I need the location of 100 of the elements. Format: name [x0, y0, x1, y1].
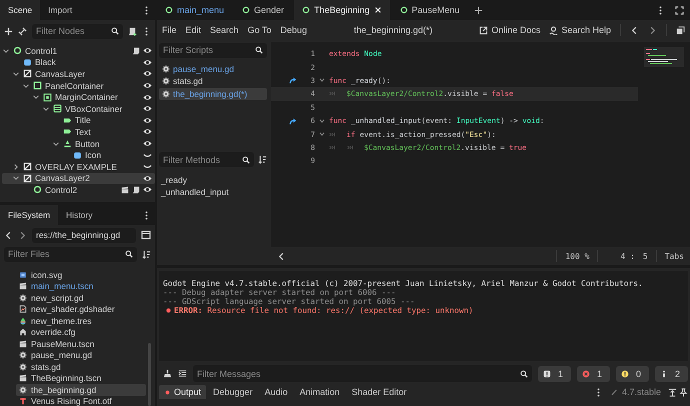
filter-field[interactable]: Filter Scripts: [159, 42, 267, 58]
eye-icon[interactable]: [143, 58, 152, 67]
resource-entry[interactable]: Venus Rising Font.otf: [16, 396, 146, 406]
add-script-icon[interactable]: [128, 26, 137, 36]
menu-item[interactable]: File: [162, 25, 177, 35]
message-count-toggle[interactable]: 1: [538, 366, 571, 382]
curved-arrow-icon[interactable]: [289, 116, 297, 125]
method-item[interactable]: _unhandled_input: [161, 186, 265, 196]
resource-entry[interactable]: new_shader.gdshader: [16, 304, 146, 315]
tree-row[interactable]: Control2: [2, 184, 155, 196]
eye-icon[interactable]: [143, 127, 152, 136]
dock-tab[interactable]: FileSystem: [0, 205, 58, 225]
pin-icon[interactable]: [679, 388, 688, 396]
tree-row[interactable]: Button: [2, 138, 155, 150]
curved-arrow-icon[interactable]: [289, 76, 297, 84]
filter-field[interactable]: Filter Files: [4, 246, 137, 262]
tree-row[interactable]: Title: [2, 114, 155, 126]
caret-icon[interactable]: [52, 140, 60, 148]
panel-tab[interactable]: Animation: [294, 385, 345, 399]
eye-icon[interactable]: [143, 46, 152, 56]
sort-icon[interactable]: [258, 155, 267, 164]
resource-entry[interactable]: stats.gd: [16, 361, 146, 372]
eye-icon[interactable]: [143, 174, 152, 183]
resource-entry[interactable]: pause_menu.gd: [16, 350, 146, 361]
add-icon[interactable]: [4, 26, 13, 36]
panel-tab[interactable]: Audio: [260, 385, 293, 399]
message-count-toggle[interactable]: 1: [577, 366, 610, 382]
resource-entry[interactable]: TheBeginning.tscn: [16, 372, 146, 384]
script-item[interactable]: pause_menu.gd: [159, 63, 267, 74]
caret-icon[interactable]: [32, 93, 40, 102]
script-item[interactable]: stats.gd: [159, 76, 267, 87]
caret-icon[interactable]: [12, 70, 20, 78]
script-item[interactable]: the_beginning.gd(*): [159, 88, 267, 100]
document-tab[interactable]: Gender: [234, 0, 292, 20]
help-link[interactable]: Search Help: [549, 25, 611, 35]
document-tab[interactable]: TheBeginning: [294, 0, 390, 20]
menu-item[interactable]: Debug: [280, 25, 307, 35]
link-icon[interactable]: [18, 26, 27, 36]
path-field[interactable]: res://the_beginning.gd: [32, 228, 136, 242]
tree-row[interactable]: Control1: [2, 45, 155, 57]
eye-icon[interactable]: [143, 116, 152, 125]
caret-icon[interactable]: [2, 46, 10, 55]
eye-icon[interactable]: [143, 81, 152, 90]
tree-row[interactable]: Text: [2, 126, 155, 138]
tree-row[interactable]: Black: [2, 56, 155, 68]
resource-entry[interactable]: main_menu.tscn: [16, 280, 146, 292]
search-icon[interactable]: [125, 250, 133, 258]
document-tab[interactable]: main_menu: [157, 0, 232, 20]
caret-icon[interactable]: [12, 174, 20, 182]
dock-tab[interactable]: Import: [40, 0, 80, 20]
resource-entry[interactable]: PauseMenu.tscn: [16, 338, 146, 350]
minimap-drawing[interactable]: [644, 47, 684, 67]
tree-row[interactable]: VBoxContainer: [2, 102, 155, 115]
tree-row[interactable]: CanvasLayer2: [2, 172, 155, 184]
message-count-toggle[interactable]: 0: [616, 366, 649, 382]
menu-item[interactable]: Edit: [186, 25, 202, 35]
panel-tab[interactable]: Output: [159, 385, 206, 399]
indentation-mode[interactable]: Tabs: [664, 252, 684, 260]
help-link[interactable]: Online Docs: [479, 25, 540, 35]
eye-icon[interactable]: [143, 69, 152, 78]
resource-entry[interactable]: the_beginning.gd: [16, 384, 146, 396]
zoom-level[interactable]: 100 %: [565, 252, 590, 260]
broom-icon[interactable]: [163, 369, 172, 378]
search-icon[interactable]: [111, 27, 119, 35]
eye-icon[interactable]: [143, 139, 152, 148]
resource-entry[interactable]: icon.svg: [16, 269, 146, 280]
menu-item[interactable]: Go To: [248, 25, 272, 35]
eye-icon[interactable]: [143, 92, 152, 102]
caret-icon[interactable]: [22, 82, 30, 90]
indent-icon[interactable]: [178, 369, 187, 378]
sort-icon[interactable]: [142, 250, 151, 258]
menu-item[interactable]: Search: [210, 25, 239, 35]
document-tab[interactable]: PauseMenu: [392, 0, 468, 20]
script-icon[interactable]: [132, 46, 140, 55]
fullscreen-icon[interactable]: [675, 6, 684, 14]
close-icon[interactable]: [374, 6, 382, 14]
clapperboard-icon[interactable]: [121, 186, 129, 194]
message-count-toggle[interactable]: 2: [655, 366, 688, 382]
dock-tab[interactable]: Scene: [0, 0, 40, 20]
caret-icon[interactable]: [42, 104, 50, 113]
caret-icon[interactable]: [12, 162, 20, 171]
filter-field[interactable]: Filter Messages: [193, 365, 532, 382]
eye-icon[interactable]: [143, 104, 152, 114]
resource-entry[interactable]: new_theme.tres: [16, 315, 146, 326]
tree-row[interactable]: CanvasLayer: [2, 68, 155, 80]
add-tab-icon[interactable]: [474, 6, 483, 14]
tree-row[interactable]: Icon: [2, 149, 155, 161]
tree-row[interactable]: OVERLAY EXAMPLE: [2, 160, 155, 173]
filter-field[interactable]: Filter Nodes: [32, 24, 123, 38]
dock-tab[interactable]: History: [58, 205, 100, 225]
search-icon[interactable]: [255, 46, 263, 54]
search-icon[interactable]: [520, 370, 528, 378]
tree-row[interactable]: MarginContainer: [2, 91, 155, 103]
panel-tab[interactable]: Shader Editor: [346, 385, 412, 399]
expand-panel-icon[interactable]: [668, 388, 677, 396]
tree-row[interactable]: PanelContainer: [2, 80, 155, 92]
search-icon[interactable]: [242, 156, 250, 164]
panel-icon[interactable]: [141, 230, 151, 240]
panel-tab[interactable]: Debugger: [208, 385, 258, 399]
method-item[interactable]: _ready: [161, 174, 265, 184]
